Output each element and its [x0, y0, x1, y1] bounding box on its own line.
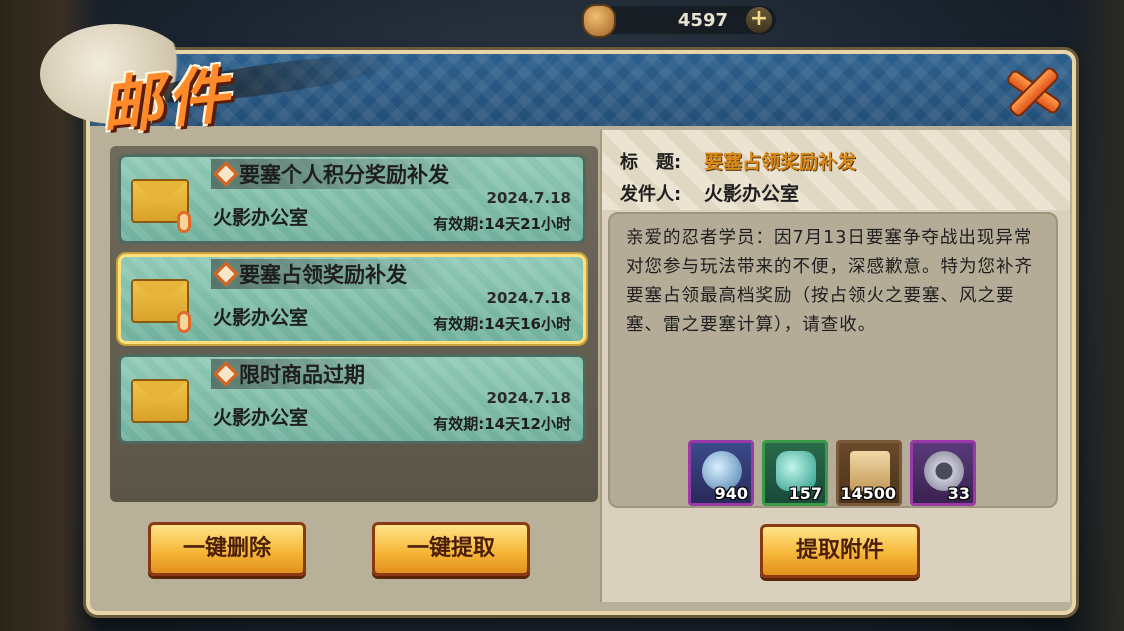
attachment-icon: [177, 211, 191, 233]
delete-all-button[interactable]: 一键删除: [148, 522, 306, 576]
reward-count: 940: [714, 484, 748, 503]
reward-count: 14500: [840, 484, 896, 503]
mail-subject: 要塞占领奖励补发: [211, 259, 447, 289]
mail-sender: 火影办公室: [213, 407, 309, 429]
reward-count: 33: [947, 484, 970, 503]
mail-detail: 标 题: 要塞占领奖励补发 发件人: 火影办公室 亲爱的忍者学员：因7月13日要…: [600, 130, 1070, 602]
mail-sender: 火影办公室: [213, 207, 309, 229]
mail-expire: 有效期:14天12小时: [433, 415, 571, 433]
reward-item[interactable]: 940: [688, 440, 754, 506]
envelope-icon: [131, 171, 191, 233]
mail-expire: 有效期:14天21小时: [433, 215, 571, 233]
title-label: 标 题:: [620, 152, 682, 173]
sender-label: 发件人:: [620, 184, 682, 205]
reward-item[interactable]: 33: [910, 440, 976, 506]
resource-value: 4597: [677, 9, 728, 31]
mail-list: 要塞个人积分奖励补发 火影办公室 2024.7.18 有效期:14天21小时 要…: [110, 146, 598, 502]
envelope-icon: [131, 371, 189, 427]
diamond-icon: [213, 161, 239, 187]
claim-all-button[interactable]: 一键提取: [372, 522, 530, 576]
mail-title: 要塞占领奖励补发: [704, 151, 857, 173]
diamond-icon: [213, 361, 239, 387]
envelope-icon: [131, 271, 191, 333]
add-resource-button[interactable]: +: [746, 7, 772, 33]
coin-icon: [582, 4, 616, 38]
reward-count: 157: [788, 484, 822, 503]
mail-subject: 限时商品过期: [211, 359, 405, 389]
close-button[interactable]: [998, 58, 1062, 118]
attachment-icon: [177, 311, 191, 333]
mail-date: 2024.7.18: [486, 289, 571, 307]
diamond-icon: [213, 261, 239, 287]
mail-body-text: 亲爱的忍者学员：因7月13日要塞争夺战出现异常对您参与玩法带来的不便，深感歉意。…: [626, 228, 1033, 335]
mail-sender: 火影办公室: [213, 307, 309, 329]
mail-subject: 要塞个人积分奖励补发: [211, 159, 489, 189]
reward-item[interactable]: 157: [762, 440, 828, 506]
detail-header: 标 题: 要塞占领奖励补发 发件人: 火影办公室: [602, 130, 1070, 210]
mail-item-selected[interactable]: 要塞占领奖励补发 火影办公室 2024.7.18 有效期:14天16小时: [118, 254, 586, 344]
mail-item[interactable]: 限时商品过期 火影办公室 2024.7.18 有效期:14天12小时: [118, 354, 586, 444]
reward-item[interactable]: 14500: [836, 440, 902, 506]
resource-pill: 4597 +: [582, 4, 776, 38]
mail-expire: 有效期:14天16小时: [433, 315, 571, 333]
mail-detail-sender: 火影办公室: [704, 183, 800, 205]
title-banner: 邮件: [20, 14, 401, 144]
claim-attachment-button[interactable]: 提取附件: [760, 524, 920, 578]
page-title: 邮件: [97, 57, 237, 144]
mail-date: 2024.7.18: [486, 189, 571, 207]
mail-panel: 要塞个人积分奖励补发 火影办公室 2024.7.18 有效期:14天21小时 要…: [86, 50, 1076, 615]
mail-date: 2024.7.18: [486, 389, 571, 407]
mail-item[interactable]: 要塞个人积分奖励补发 火影办公室 2024.7.18 有效期:14天21小时: [118, 154, 586, 244]
mail-body-box: 亲爱的忍者学员：因7月13日要塞争夺战出现异常对您参与玩法带来的不便，深感歉意。…: [608, 212, 1058, 508]
